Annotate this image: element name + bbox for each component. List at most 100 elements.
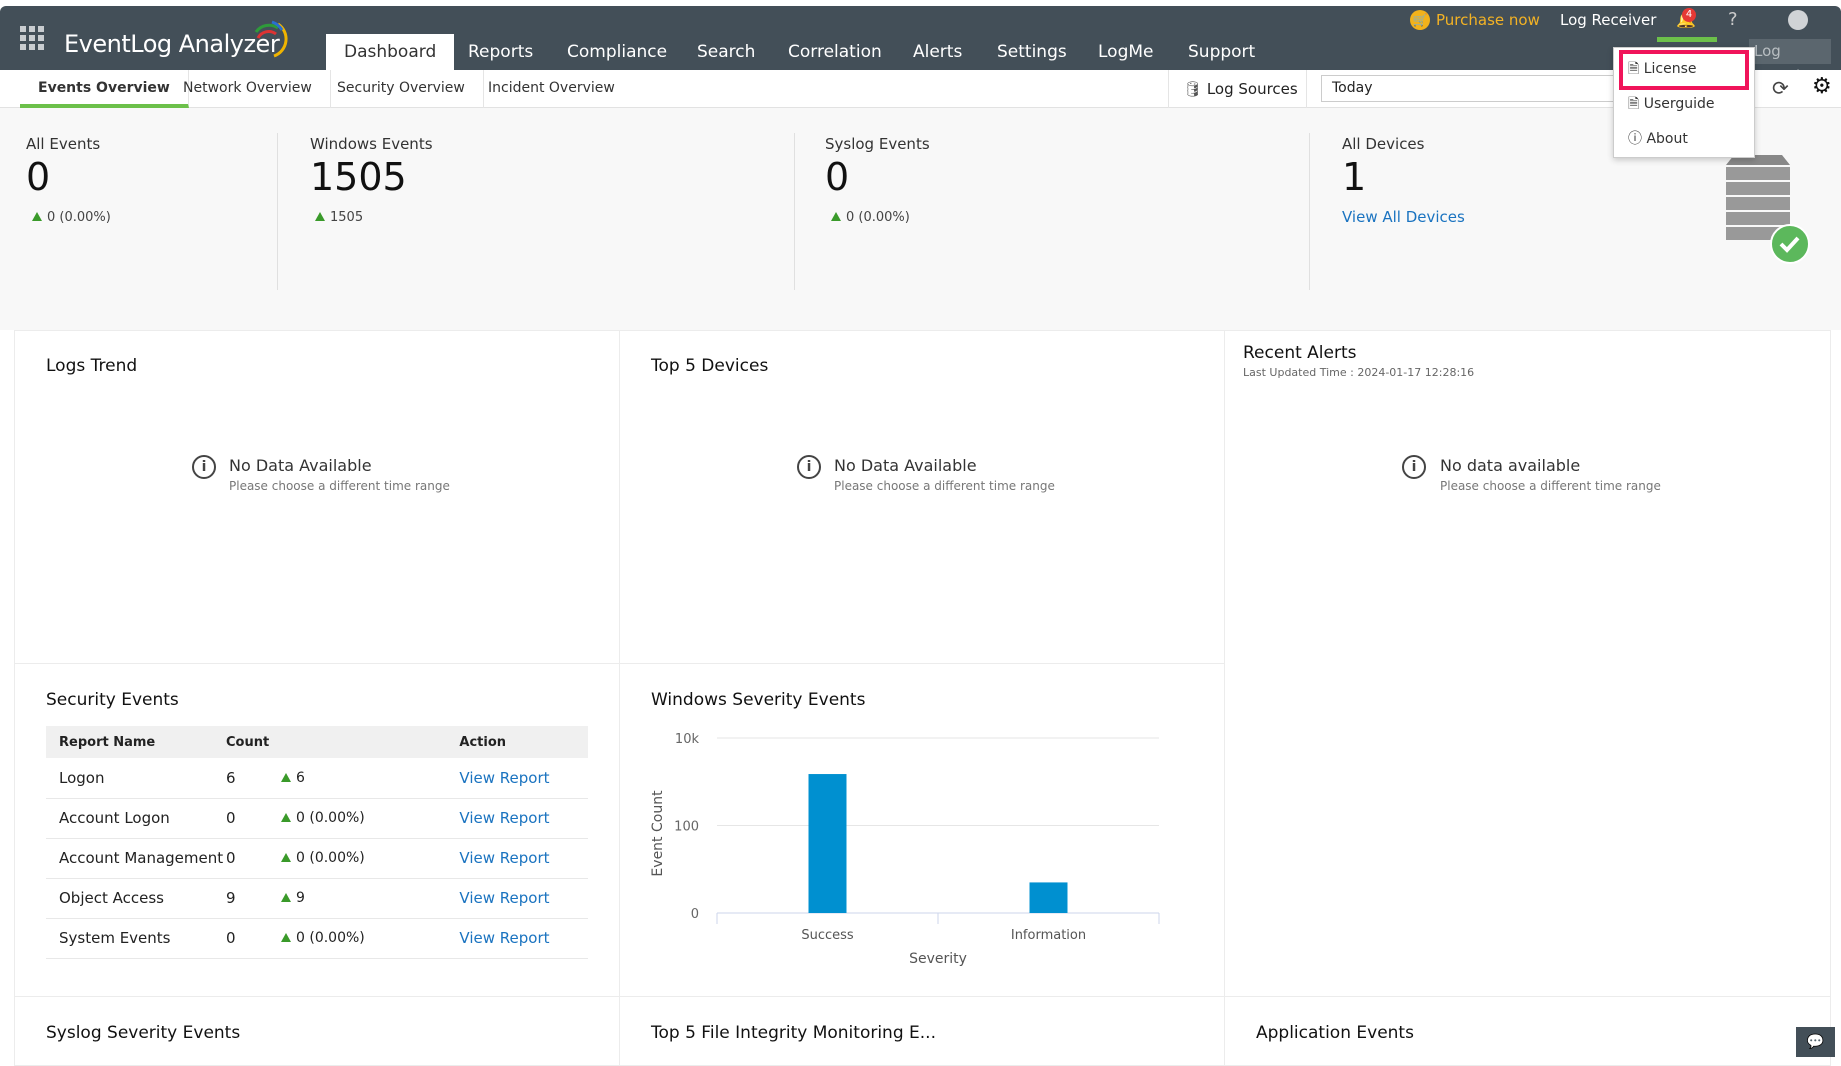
count: 0 — [226, 798, 281, 839]
delta-text: 0 (0.00%) — [47, 210, 111, 225]
help-dropdown-menu: 🗎 License 🗎 Userguide ⓘ About — [1613, 47, 1755, 158]
delta: 0 (0.00%) — [281, 918, 460, 959]
cart-icon: 🛒 — [1410, 10, 1430, 30]
divider — [277, 133, 278, 290]
nav-search[interactable]: Search — [679, 34, 773, 70]
top-devices-panel — [619, 330, 1225, 664]
logs-trend-panel — [14, 330, 620, 664]
stat-value: 0 — [825, 155, 850, 199]
panel-title: Application Events — [1256, 1023, 1414, 1043]
report-name: Account Management — [46, 838, 226, 879]
server-status-icon — [1726, 155, 1810, 264]
purchase-now-link[interactable]: Purchase now — [1436, 10, 1540, 30]
tab-security-overview[interactable]: Security Overview — [319, 70, 484, 108]
report-name: Logon — [46, 758, 226, 799]
panel-title: Logs Trend — [46, 356, 138, 376]
tab-events-overview[interactable]: Events Overview — [20, 70, 189, 108]
nav-compliance[interactable]: Compliance — [549, 34, 685, 70]
database-icon: 🛢 — [1183, 80, 1203, 98]
stat-label: All Events — [26, 135, 101, 153]
nav-reports[interactable]: Reports — [450, 34, 551, 70]
view-report-link[interactable]: View Report — [459, 758, 588, 799]
up-arrow-icon — [281, 813, 291, 822]
bar-success — [808, 774, 847, 913]
no-data-hint: Please choose a different time range — [229, 479, 450, 493]
delta-text: 9 — [296, 890, 305, 906]
menu-label: License — [1643, 61, 1697, 77]
up-arrow-icon — [315, 212, 325, 221]
menu-item-license[interactable]: 🗎 License — [1628, 58, 1697, 82]
chat-icon[interactable]: 💬 — [1796, 1027, 1835, 1057]
user-avatar-icon[interactable] — [1788, 10, 1808, 30]
y-tick-label: 0 — [691, 907, 699, 922]
nav-alerts[interactable]: Alerts — [895, 34, 980, 70]
apps-grid-icon[interactable] — [20, 26, 44, 50]
nav-correlation[interactable]: Correlation — [770, 34, 900, 70]
time-range-select[interactable]: Today — [1321, 75, 1614, 102]
windows-severity-chart: 0 100 10k Success Information Severity Event C… — [650, 732, 1160, 967]
tab-network-overview[interactable]: Network Overview — [165, 70, 331, 108]
nav-settings[interactable]: Settings — [979, 34, 1085, 70]
delta: 0 (0.00%) — [281, 838, 460, 879]
info-icon: i — [192, 455, 216, 479]
panel-title: Top 5 Devices — [651, 356, 769, 376]
table-row: Logon 6 6 View Report — [46, 758, 588, 799]
delta: 9 — [281, 878, 460, 919]
app-logo: EventLog Analyzer — [64, 30, 280, 58]
notification-badge: 4 — [1682, 8, 1696, 22]
stat-value: 1 — [1342, 155, 1367, 199]
no-data-hint: Please choose a different time range — [834, 479, 1055, 493]
no-data-text: No Data Available — [229, 456, 372, 475]
view-report-link[interactable]: View Report — [459, 878, 588, 919]
y-axis-label: Event Count — [650, 790, 666, 877]
panel-title: Recent Alerts — [1243, 343, 1357, 363]
help-menu-button[interactable]: ? — [1728, 10, 1738, 30]
stat-label: Syslog Events — [825, 135, 930, 153]
nav-dashboard[interactable]: Dashboard — [326, 34, 455, 70]
last-updated-time: Last Updated Time : 2024-01-17 12:28:16 — [1243, 366, 1475, 379]
up-arrow-icon — [281, 772, 291, 782]
view-all-devices-link[interactable]: View All Devices — [1342, 208, 1465, 226]
log-sources-button[interactable]: 🛢 Log Sources — [1168, 70, 1307, 108]
no-data-text: No Data Available — [834, 456, 977, 475]
view-report-link[interactable]: View Report — [459, 838, 588, 879]
delta-text: 0 (0.00%) — [296, 810, 365, 826]
nav-logme[interactable]: LogMe — [1080, 34, 1172, 70]
info-icon: i — [1402, 455, 1426, 479]
y-tick-label: 100 — [674, 820, 699, 835]
delta-text: 6 — [296, 769, 305, 786]
logo-arc-icon — [254, 20, 288, 58]
document-icon: 🗎 — [1628, 61, 1640, 77]
log-search-tab[interactable]: Log Search — [1749, 39, 1831, 85]
stat-delta: 0 (0.00%) — [831, 210, 910, 225]
recent-alerts-panel — [1224, 330, 1831, 997]
stat-label: Windows Events — [310, 135, 433, 153]
column-header: Report Name — [46, 726, 226, 758]
menu-label: Userguide — [1643, 96, 1715, 112]
report-name: Object Access — [46, 878, 226, 919]
log-sources-label: Log Sources — [1206, 80, 1298, 98]
gear-icon[interactable]: ⚙ — [1812, 74, 1832, 99]
log-receiver-link[interactable]: Log Receiver — [1560, 10, 1656, 30]
refresh-icon[interactable]: ⟳ — [1772, 76, 1789, 100]
count: 0 — [226, 918, 281, 959]
tab-incident-overview[interactable]: Incident Overview — [470, 70, 633, 108]
menu-item-about[interactable]: ⓘ About — [1628, 128, 1688, 148]
view-report-link[interactable]: View Report — [459, 918, 588, 959]
menu-item-userguide[interactable]: 🗎 Userguide — [1628, 93, 1715, 117]
view-report-link[interactable]: View Report — [459, 798, 588, 839]
info-icon: ⓘ — [1628, 131, 1642, 147]
table-row: Object Access 9 9 View Report — [46, 878, 588, 919]
column-header: Action — [459, 726, 588, 758]
stat-label: All Devices — [1342, 135, 1425, 153]
stat-value: 0 — [26, 155, 51, 199]
table-row: Account Logon 0 0 (0.00%) View Report — [46, 798, 588, 839]
delta-text: 1505 — [330, 210, 364, 225]
nav-support[interactable]: Support — [1170, 34, 1273, 70]
no-data-text: No data available — [1440, 456, 1581, 475]
up-arrow-icon — [281, 853, 291, 862]
panel-title: Security Events — [46, 690, 179, 710]
bar-information — [1029, 882, 1068, 913]
no-data-hint: Please choose a different time range — [1440, 479, 1661, 493]
security-events-table: Report Name Count Action Logon 6 6 View … — [46, 726, 588, 959]
